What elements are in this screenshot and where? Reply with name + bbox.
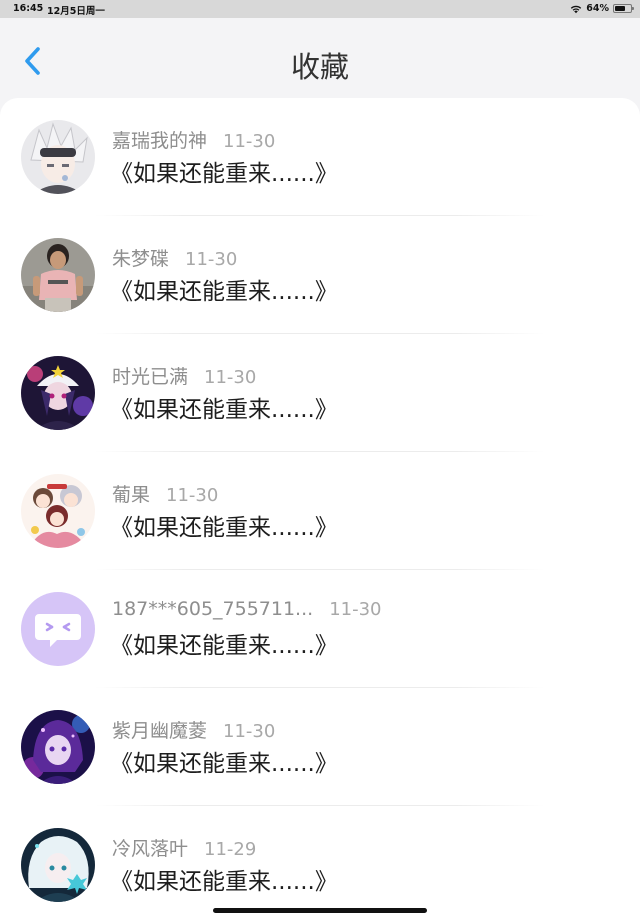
item-title: 《如果还能重来......》 (110, 515, 338, 541)
anime-white-hair-avatar-icon (21, 120, 95, 194)
chat-bubble-icon (21, 592, 95, 666)
anime-group-avatar-icon (21, 474, 95, 548)
status-bar: 16:45 12月5日周一 64% (0, 0, 640, 18)
item-title: 《如果还能重来......》 (110, 161, 338, 187)
anime-white-hair-teal-avatar-icon (21, 828, 95, 902)
avatar[interactable] (21, 710, 95, 784)
battery-icon (613, 4, 634, 13)
item-author-name: 嘉瑞我的神 (112, 130, 208, 152)
avatar[interactable] (21, 592, 95, 666)
list-item[interactable]: 嘉瑞我的神 11-30 《如果还能重来......》 (0, 98, 640, 216)
list-item[interactable]: 朱梦碟 11-30 《如果还能重来......》 (0, 216, 640, 334)
home-indicator[interactable] (213, 908, 427, 913)
page-title: 收藏 (290, 50, 349, 84)
list-item[interactable]: 时光已满 11-30 《如果还能重来......》 (0, 334, 640, 452)
avatar[interactable] (21, 120, 95, 194)
item-author-name: 187***605_755711... (112, 598, 314, 620)
item-date: 11-30 (185, 249, 238, 270)
nav-bar: 收藏 (0, 18, 640, 98)
battery-level-fill (615, 6, 625, 11)
item-date: 11-30 (223, 721, 276, 742)
favorites-list: 嘉瑞我的神 11-30 《如果还能重来......》 朱梦碟 11-30 《如果还能… (0, 98, 640, 921)
list-item[interactable]: 187***605_755711... 11-30 《如果还能重来......》 (0, 570, 640, 688)
avatar[interactable] (21, 356, 95, 430)
item-author-name: 紫月幽魔菱 (112, 720, 208, 742)
item-author: 时光已满 11-30 (112, 362, 256, 389)
item-date: 11-30 (329, 599, 382, 620)
item-title: 《如果还能重来......》 (110, 869, 338, 895)
photo-girl-avatar-icon (21, 238, 95, 312)
status-time: 16:45 (13, 3, 44, 14)
anime-purple-night-avatar-icon (21, 710, 95, 784)
avatar[interactable] (21, 828, 95, 902)
item-author-name: 朱梦碟 (112, 248, 170, 270)
item-author: 嘉瑞我的神 11-30 (112, 126, 275, 153)
anime-purple-hat-avatar-icon (21, 356, 95, 430)
item-author-name: 冷风落叶 (112, 838, 189, 860)
item-date: 11-30 (223, 131, 276, 152)
item-title: 《如果还能重来......》 (110, 633, 338, 659)
wifi-icon (571, 5, 582, 13)
list-item[interactable]: 葡果 11-30 《如果还能重来......》 (0, 452, 640, 570)
item-author: 朱梦碟 11-30 (112, 244, 237, 271)
status-date: 12月5日周一 (47, 6, 105, 17)
item-author-name: 葡果 (112, 484, 151, 506)
item-date: 11-29 (204, 839, 257, 860)
list-item[interactable]: 冷风落叶 11-29 《如果还能重来......》 (0, 806, 640, 921)
item-author: 冷风落叶 11-29 (112, 834, 256, 861)
item-date: 11-30 (204, 367, 257, 388)
item-author: 187***605_755711... 11-30 (112, 598, 382, 620)
status-indicators: 64% (570, 3, 634, 14)
item-author: 葡果 11-30 (112, 480, 218, 507)
avatar[interactable] (21, 474, 95, 548)
list-item[interactable]: 紫月幽魔菱 11-30 《如果还能重来......》 (0, 688, 640, 806)
battery-percentage: 64% (586, 3, 609, 14)
avatar[interactable] (21, 238, 95, 312)
item-author: 紫月幽魔菱 11-30 (112, 716, 275, 743)
item-title: 《如果还能重来......》 (110, 279, 338, 305)
item-date: 11-30 (166, 485, 219, 506)
item-title: 《如果还能重来......》 (110, 397, 338, 423)
item-title: 《如果还能重来......》 (110, 751, 338, 777)
item-author-name: 时光已满 (112, 366, 189, 388)
